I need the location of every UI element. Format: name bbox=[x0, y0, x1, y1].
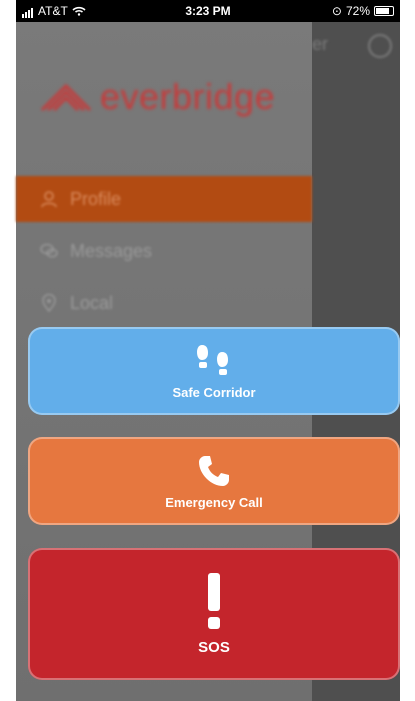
footprints-icon bbox=[197, 344, 228, 375]
logo-mark-icon bbox=[40, 83, 92, 112]
help-icon[interactable] bbox=[368, 34, 392, 58]
phone-icon bbox=[199, 455, 229, 486]
menu-item-label: Messages bbox=[70, 240, 153, 261]
menu-item-profile[interactable]: Profile bbox=[16, 176, 312, 222]
logo-wordmark: everbridge bbox=[100, 76, 276, 117]
menu-item-messages[interactable]: Messages bbox=[16, 228, 312, 274]
battery-percent: 72% bbox=[345, 4, 370, 18]
emergency-call-label: Emergency Call bbox=[165, 494, 263, 510]
user-icon bbox=[41, 191, 57, 208]
menu-item-label: Profile bbox=[70, 188, 122, 209]
emergency-call-button[interactable]: Emergency Call bbox=[28, 437, 400, 525]
battery-icon bbox=[374, 6, 394, 16]
everbridge-logo: everbridge bbox=[40, 76, 275, 118]
safe-corridor-label: Safe Corridor bbox=[172, 384, 256, 400]
safe-corridor-button[interactable]: Safe Corridor bbox=[28, 327, 400, 415]
rotation-lock-icon: ⊙ bbox=[331, 4, 342, 18]
menu-item-local[interactable]: Local bbox=[16, 280, 312, 326]
sos-label: SOS bbox=[198, 638, 230, 656]
status-bar: AT&T 3:23 PM ⊙ 72% bbox=[16, 0, 400, 22]
top-right-faded-text: er bbox=[312, 34, 329, 54]
chat-bubbles-icon bbox=[40, 243, 58, 258]
mobile-screen: AT&T 3:23 PM ⊙ 72% er everbridge Profile… bbox=[0, 0, 415, 701]
exclamation-icon bbox=[208, 572, 220, 629]
location-pin-icon bbox=[42, 294, 56, 312]
menu-item-label: Local bbox=[70, 292, 114, 313]
sos-button[interactable]: SOS bbox=[28, 548, 400, 680]
